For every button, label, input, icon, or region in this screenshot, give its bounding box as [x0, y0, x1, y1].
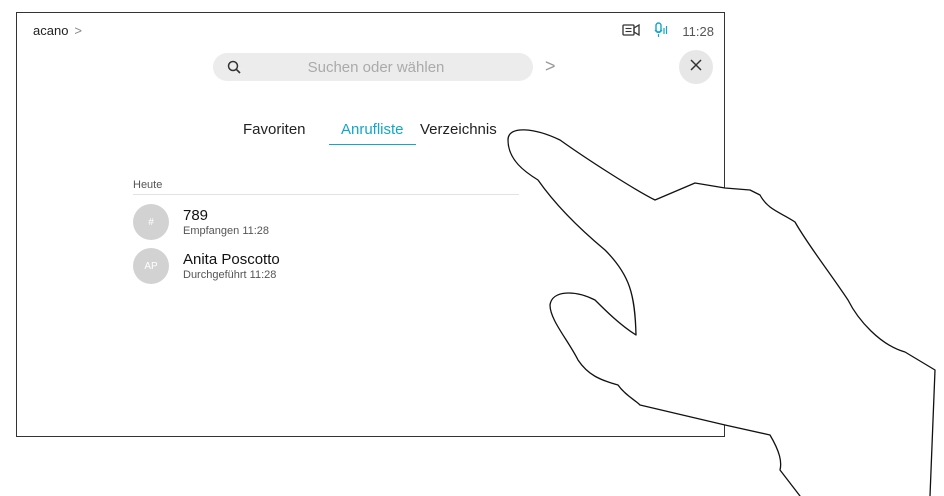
hand-pointer-illustration [507, 129, 936, 496]
